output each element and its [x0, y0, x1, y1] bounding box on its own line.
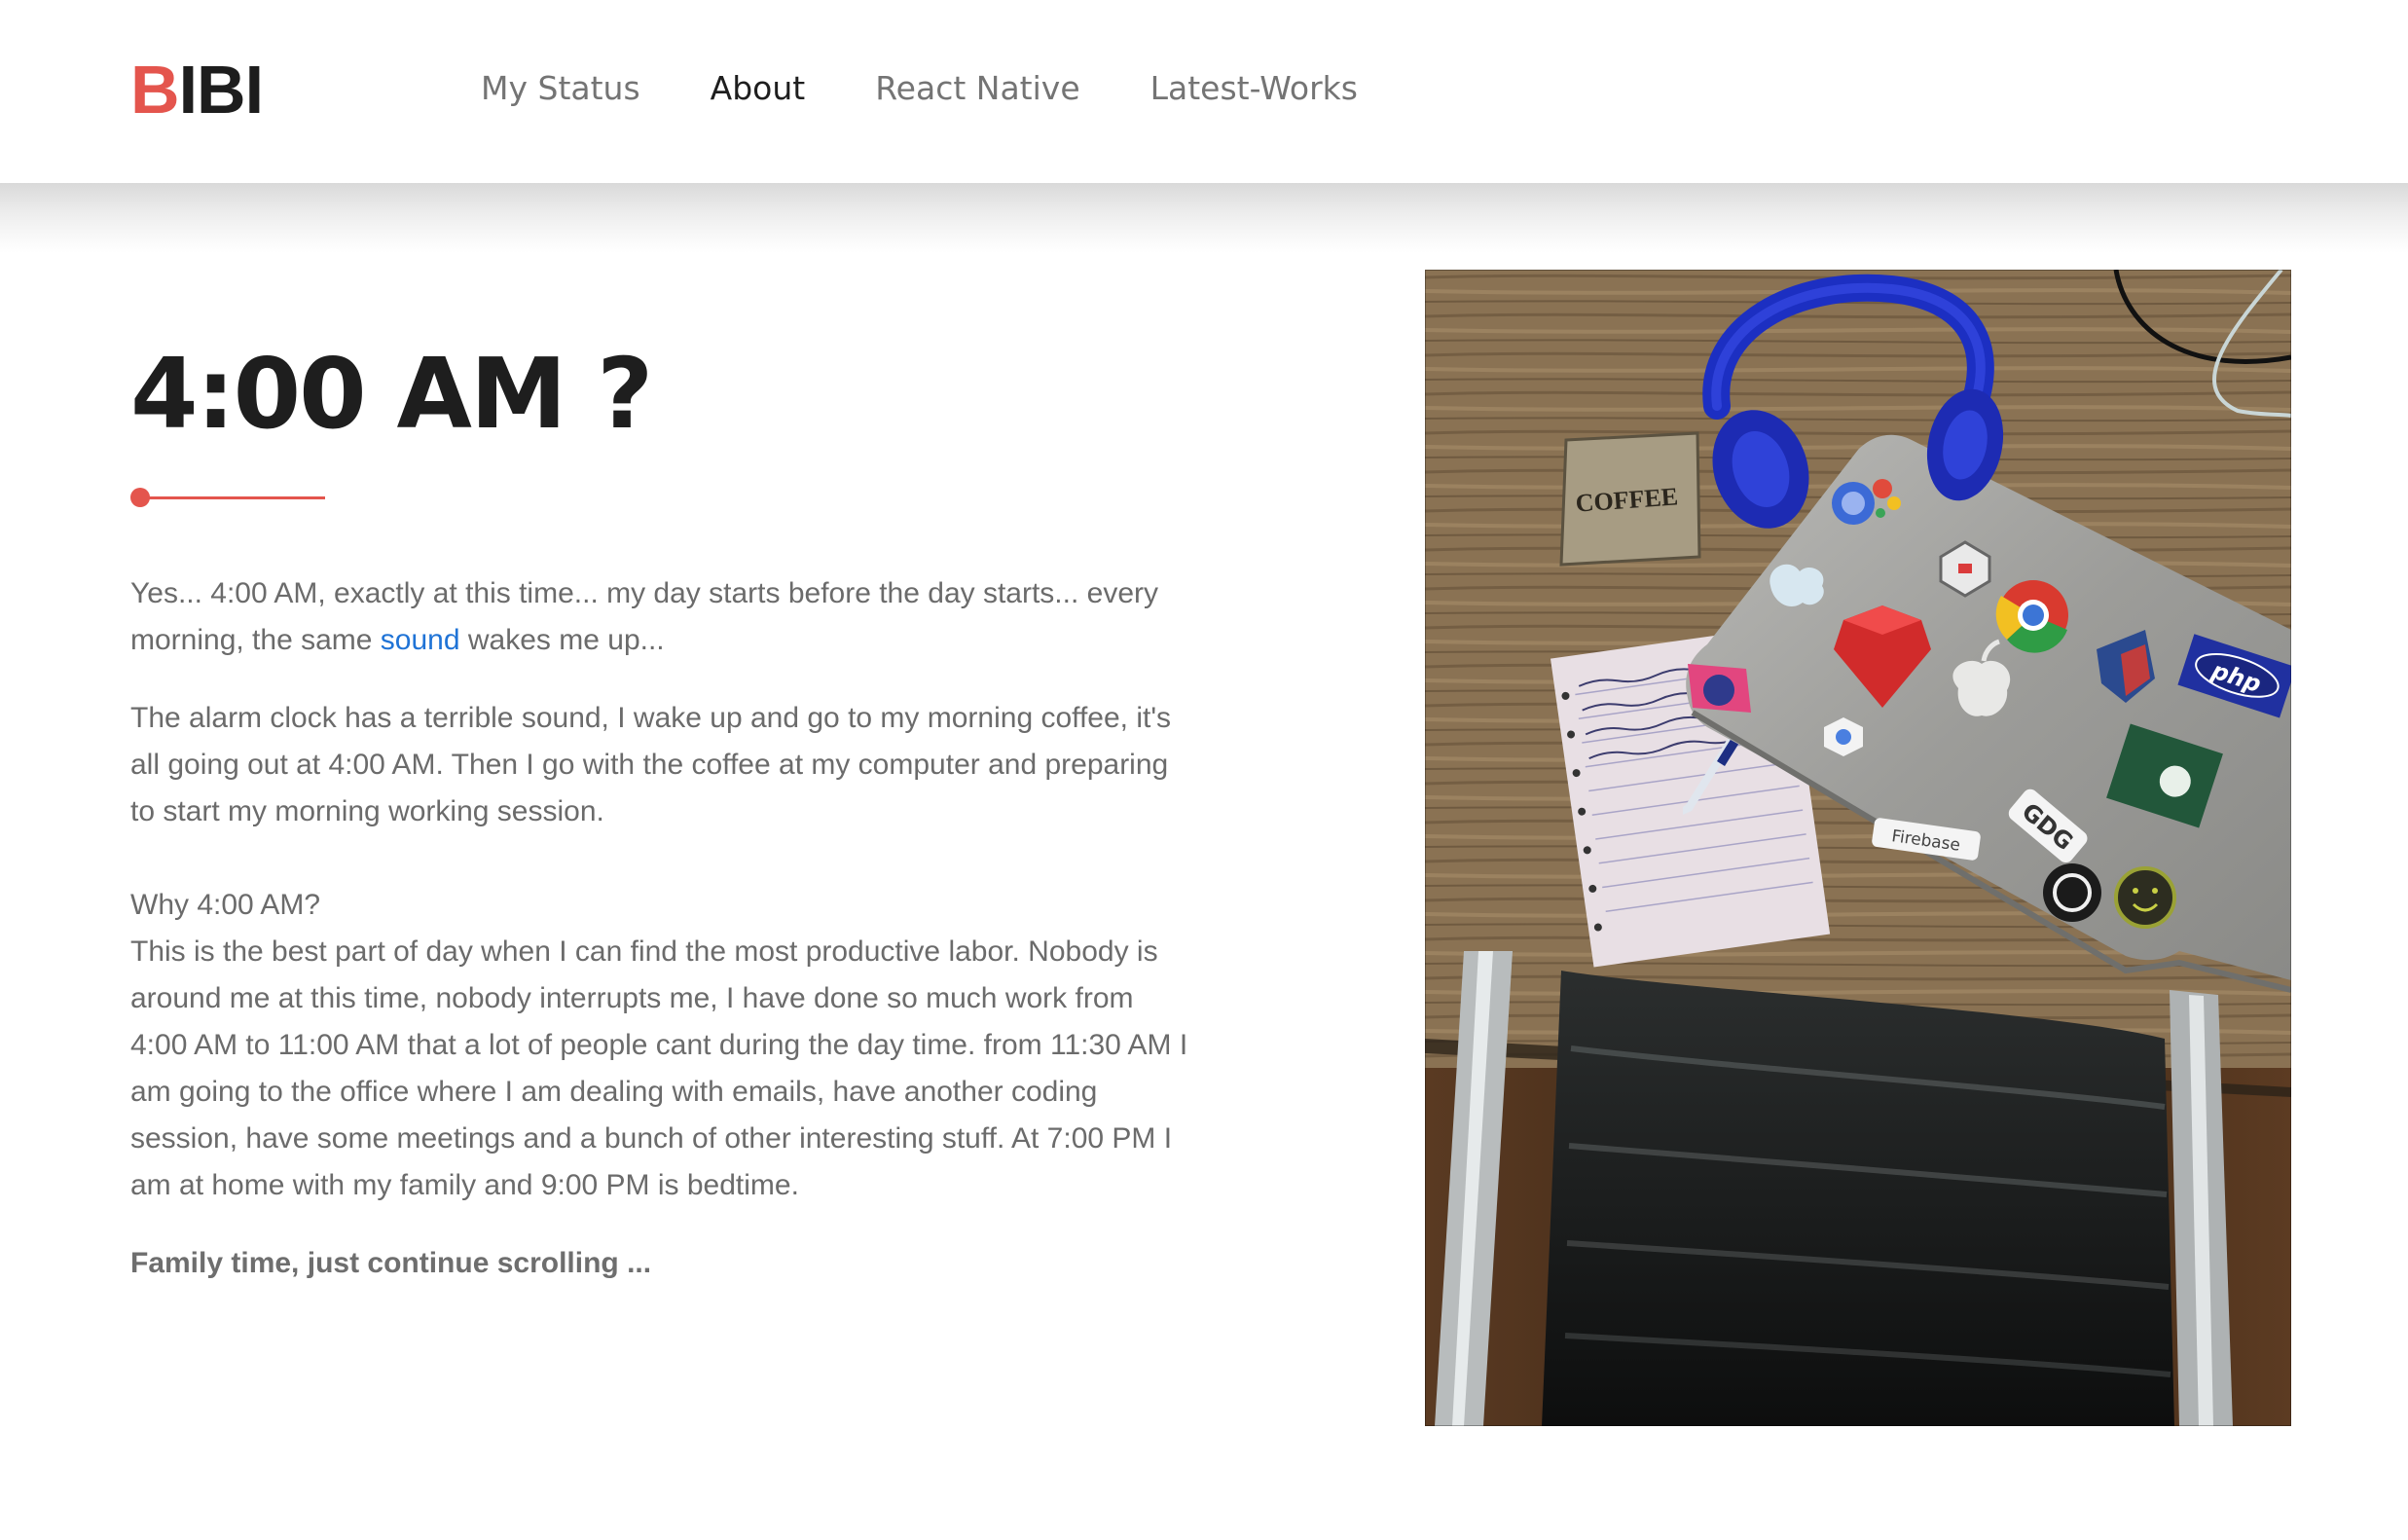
- hh-sticker-icon: [2043, 863, 2101, 922]
- why-heading: Why 4:00 AM?: [130, 889, 321, 921]
- why-body: This is the best part of day when I can …: [130, 935, 1188, 1201]
- intro-paragraph: Yes... 4:00 AM, exactly at this time... …: [130, 570, 1191, 664]
- page-title: 4:00 AM ?: [130, 337, 653, 451]
- sound-link[interactable]: sound: [381, 624, 460, 656]
- title-divider: [130, 487, 325, 508]
- divider-dot: [130, 488, 150, 507]
- header-shadow: [0, 183, 2408, 253]
- intro-text-after: wakes me up...: [459, 624, 665, 656]
- nav-item-react-native[interactable]: React Native: [875, 62, 1079, 115]
- why-paragraph: Why 4:00 AM? This is the best part of day…: [130, 882, 1191, 1209]
- divider-line: [140, 496, 325, 499]
- cloud-sticker-icon: [1770, 564, 1824, 606]
- logo-accent-letter: B: [130, 52, 180, 128]
- alarm-paragraph: The alarm clock has a terrible sound, I …: [130, 702, 1172, 827]
- main-nav: My Status About React Native Latest-Work…: [481, 62, 1358, 115]
- closing-text: Family time, just continue scrolling ...: [130, 1247, 652, 1279]
- about-text: Yes... 4:00 AM, exactly at this time... …: [130, 570, 1191, 1287]
- site-header: BIBI My Status About React Native Latest…: [0, 0, 2408, 183]
- desk-photo: COFFEE Firebase GDG php: [1425, 270, 2291, 1426]
- logo-rest: IBI: [178, 52, 264, 128]
- site-logo[interactable]: BIBI: [130, 51, 264, 128]
- nav-item-my-status[interactable]: My Status: [481, 62, 640, 115]
- smiley-sticker-icon: [2114, 866, 2176, 929]
- nav-item-latest-works[interactable]: Latest-Works: [1150, 62, 1358, 115]
- pink-sticker-icon: [1688, 664, 1751, 713]
- coffee-coaster: COFFEE: [1559, 431, 1701, 567]
- nav-item-about[interactable]: About: [711, 62, 806, 115]
